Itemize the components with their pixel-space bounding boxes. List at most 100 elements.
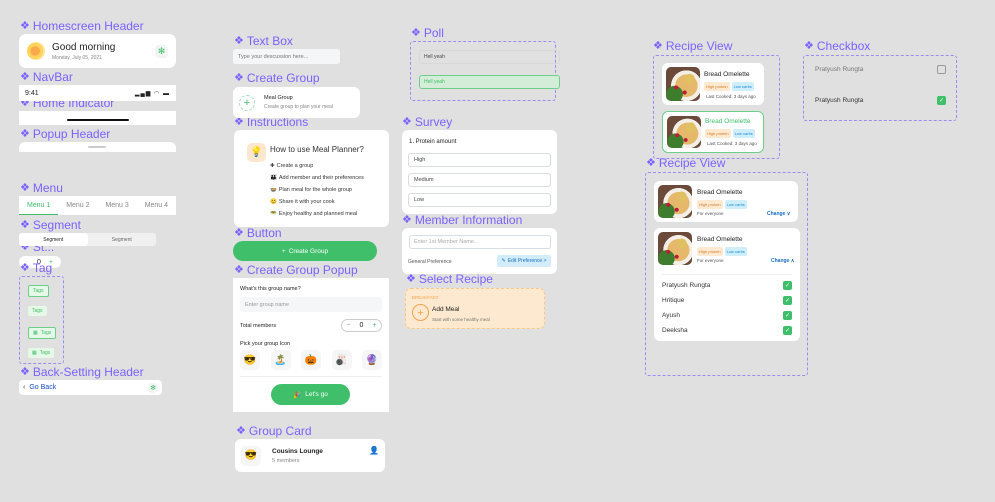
poll: Hell yeah Hell yeah xyxy=(410,41,560,101)
select-recipe-card[interactable]: BREAKFAST + Add Meal Start with some hea… xyxy=(405,288,545,329)
component-icon: ❖ xyxy=(402,213,412,226)
member-name-input[interactable]: Enter 1st Member Name... xyxy=(409,235,551,249)
recipe-tags: High protein Low carbs xyxy=(697,247,747,256)
tab-menu-2[interactable]: Menu 2 xyxy=(58,196,97,215)
person-row[interactable]: Hritique ✓ xyxy=(662,296,792,305)
tag-low-carbs: Low carbs xyxy=(724,200,747,209)
checkbox-unchecked[interactable] xyxy=(937,65,946,74)
checkbox-checked[interactable]: ✓ xyxy=(783,311,792,320)
edit-preference-button[interactable]: ✎ Edit Preference > xyxy=(497,255,551,267)
plus-icon: ✚ xyxy=(270,163,275,169)
tab-menu-3[interactable]: Menu 3 xyxy=(98,196,137,215)
back-button[interactable]: ‹ Go Back xyxy=(23,384,56,391)
segment-option-2[interactable]: Segment xyxy=(88,233,157,246)
battery-icon: ▬ xyxy=(163,90,170,97)
status-icons: ▂▄▆ ◠ ▬ xyxy=(135,90,170,97)
group-card[interactable]: 😎 Cousins Lounge 5 members 👤 xyxy=(235,439,385,472)
lightbulb-icon: 💡 xyxy=(247,143,266,162)
recipe-tags: High protein Low carbs xyxy=(705,129,755,138)
label-button: ❖ Button xyxy=(234,226,282,240)
person-row[interactable]: Pratyush Rungta ✓ xyxy=(662,281,792,290)
recipe-card[interactable]: Bread Omelette High protein Low carbs La… xyxy=(662,63,764,105)
settings-button[interactable]: ✻ xyxy=(148,382,158,393)
tab-menu-4[interactable]: Menu 4 xyxy=(137,196,176,215)
island-icon[interactable]: 🏝️ xyxy=(270,350,291,370)
person-row[interactable]: Ayush ✓ xyxy=(662,311,792,320)
date: Monday, July 05, 2021 xyxy=(52,54,102,61)
tag[interactable]: Tags xyxy=(28,306,47,316)
lets-go-button[interactable]: 🎉 Let's go xyxy=(271,384,350,405)
recipe-card[interactable]: Bread Omelette High protein Low carbs Fo… xyxy=(654,181,798,222)
component-icon: ❖ xyxy=(646,156,656,169)
menu-tabs: Menu 1 Menu 2 Menu 3 Menu 4 xyxy=(19,196,176,215)
tab-menu-1[interactable]: Menu 1 xyxy=(19,196,59,215)
total-members-label: Total members xyxy=(240,323,277,329)
plus-icon: + xyxy=(281,247,286,255)
label-group-card: ❖ Group Card xyxy=(236,424,312,438)
group-name-input[interactable]: Enter group name xyxy=(240,297,382,312)
popup-header xyxy=(19,142,176,152)
instructions-title: How to use Meal Planner? xyxy=(270,145,364,154)
label-member-information: ❖ Member Information xyxy=(402,213,523,227)
component-icon: ❖ xyxy=(20,218,30,231)
recipe-image xyxy=(658,185,692,218)
person-row[interactable]: Deeksha ✓ xyxy=(662,326,792,335)
home-indicator-bar[interactable] xyxy=(67,119,129,121)
recipe-last-cooked: Last Cooked: 3 days ago xyxy=(707,141,757,146)
create-group-button[interactable]: + Create Group xyxy=(233,241,377,261)
component-icon: ❖ xyxy=(20,261,30,274)
pumpkin-icon[interactable]: 🎃 xyxy=(301,350,321,370)
checkbox-checked[interactable]: ✓ xyxy=(937,96,946,105)
instruction-step: 🍲 Plan meal for the whole group xyxy=(270,187,352,193)
tag-variants: Tags Tags ▦ Tags ▦ Tags xyxy=(19,276,64,364)
component-icon: ❖ xyxy=(653,39,663,52)
meal-type: BREAKFAST xyxy=(412,295,439,300)
recipe-card-selected[interactable]: Bread Omelette High protein Low carbs La… xyxy=(662,111,764,153)
gear-icon: ✻ xyxy=(157,45,166,56)
signal-icon: ▂▄▆ xyxy=(134,90,152,97)
label-survey: ❖ Survey xyxy=(402,115,453,129)
segment-control: Segment Segment xyxy=(19,233,156,246)
tag[interactable]: Tags xyxy=(28,285,49,297)
recipe-audience: For everyone xyxy=(697,258,724,263)
label-recipe-view: ❖ Recipe View xyxy=(653,39,733,53)
checkbox-checked[interactable]: ✓ xyxy=(783,326,792,335)
sunglasses-icon[interactable]: 😎 xyxy=(240,350,260,370)
add-member-icon[interactable]: 👤 xyxy=(369,446,379,455)
change-button[interactable]: Change ∨ xyxy=(767,211,790,217)
drag-handle[interactable] xyxy=(88,146,106,148)
settings-button[interactable]: ✻ xyxy=(155,44,168,58)
recipe-view-expanded: Bread Omelette High protein Low carbs Fo… xyxy=(645,172,808,376)
members-value: 0 xyxy=(359,322,364,329)
edit-icon: ✎ xyxy=(501,258,506,264)
instructions-card: 💡 How to use Meal Planner? ✚ Create a gro… xyxy=(234,130,389,227)
survey-option-medium[interactable]: Medium xyxy=(408,173,551,187)
plus-icon: + xyxy=(239,94,255,111)
segment-option-1[interactable]: Segment xyxy=(19,233,88,246)
poll-option-selected[interactable]: Hell yeah xyxy=(419,75,560,89)
plus-button[interactable]: + xyxy=(372,322,376,329)
create-group-card[interactable]: + Meal Group Create group to plan your m… xyxy=(233,87,360,118)
poll-option[interactable]: Hell yeah xyxy=(419,50,560,64)
add-meal-subtitle: Start with some healthy meal xyxy=(432,317,490,322)
component-icon: ❖ xyxy=(20,365,30,378)
crystal-ball-icon[interactable]: 🔮 xyxy=(362,350,382,370)
change-button[interactable]: Change ∧ xyxy=(771,258,794,264)
recipe-image xyxy=(667,116,701,148)
bowling-icon[interactable]: 🎳 xyxy=(331,350,352,370)
checkbox-row[interactable]: Pratyush Rungta ✓ xyxy=(815,96,946,105)
tag[interactable]: ▦ Tags xyxy=(28,327,57,339)
group-name-label: What's this group name? xyxy=(240,286,301,292)
survey-option-high[interactable]: High xyxy=(408,153,551,167)
minus-button[interactable]: − xyxy=(346,322,350,329)
checkbox-row[interactable]: Pratyush Rungta xyxy=(815,65,946,74)
create-group-popup: What's this group name? Enter group name… xyxy=(233,278,389,412)
component-icon: ❖ xyxy=(234,263,244,276)
chevron-left-icon: ‹ xyxy=(23,384,26,391)
discussion-input[interactable] xyxy=(233,49,340,64)
tag[interactable]: ▦ Tags xyxy=(28,348,55,358)
checkbox-checked[interactable]: ✓ xyxy=(783,296,792,305)
label-popup-header: ❖ Popup Header xyxy=(20,127,111,141)
survey-option-low[interactable]: Low xyxy=(408,193,551,207)
checkbox-checked[interactable]: ✓ xyxy=(783,281,792,290)
